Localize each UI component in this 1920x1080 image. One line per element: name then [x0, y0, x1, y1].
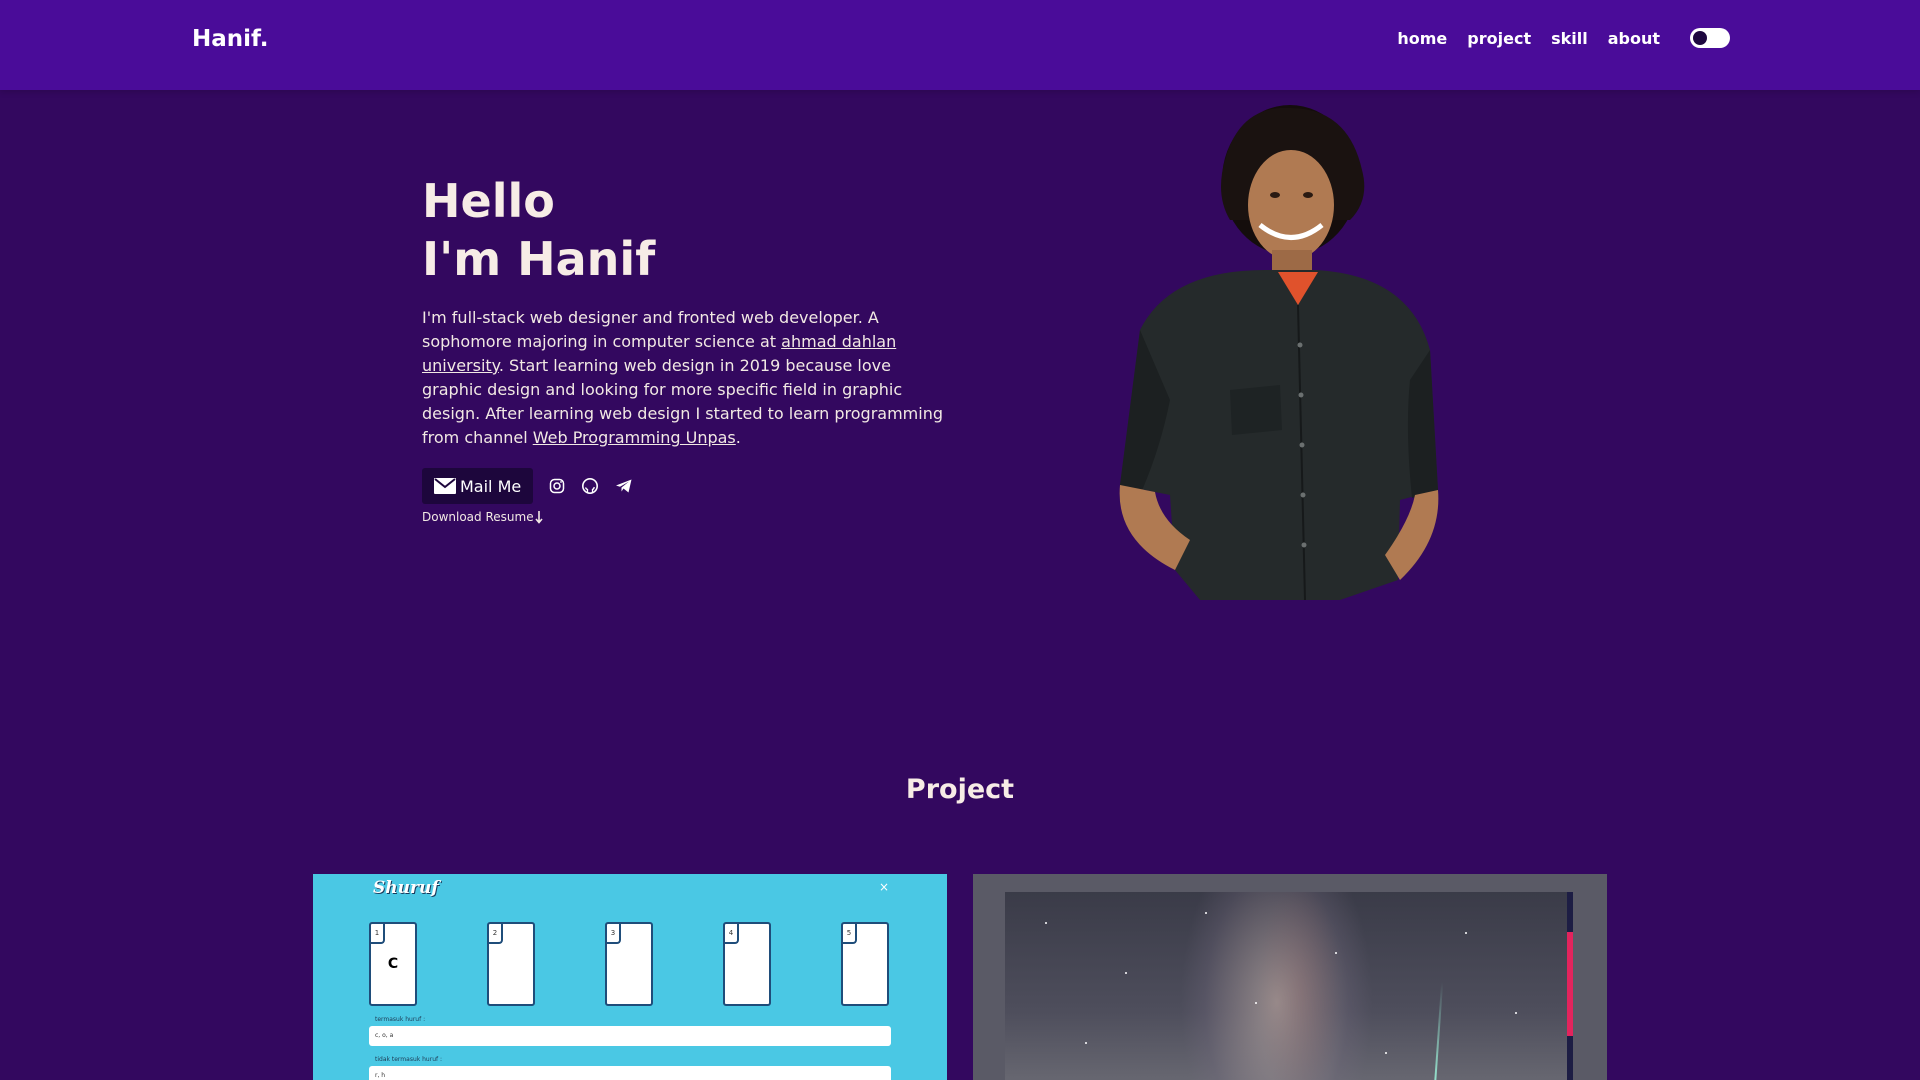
letter-slot: 4 [723, 922, 771, 1006]
link-channel[interactable]: Web Programming Unpas [533, 428, 736, 447]
slot-number: 5 [843, 924, 857, 944]
nav-link-skill[interactable]: skill [1551, 29, 1588, 48]
letter-slot: 1 C [369, 922, 417, 1006]
excluded-letters-label: tidak termasuk huruf : [375, 1056, 443, 1063]
star [1465, 932, 1467, 934]
star [1385, 1052, 1387, 1054]
star [1205, 912, 1207, 914]
slot-number: 1 [371, 924, 385, 944]
letter-slot: 2 [487, 922, 535, 1006]
dark-mode-toggle[interactable] [1690, 28, 1730, 48]
star [1085, 1042, 1087, 1044]
nav-link-about[interactable]: about [1608, 29, 1660, 48]
hero-greeting: Hello [422, 174, 555, 228]
included-letters-field: c, o, a [369, 1026, 891, 1046]
mail-me-button[interactable]: Mail Me [422, 468, 534, 504]
close-icon: × [878, 880, 889, 894]
mail-icon [434, 478, 456, 494]
instagram-icon[interactable] [549, 478, 565, 494]
excluded-letters-field: r, h [369, 1066, 891, 1080]
night-sky-image [1005, 892, 1571, 1080]
project-card-shuruf[interactable]: Shuruf × 1 C 2 3 4 5 termasuk huruf : c,… [313, 874, 947, 1080]
scroll-indicator [1567, 892, 1573, 1080]
included-letters-label: termasuk huruf : [375, 1016, 426, 1023]
letter-slot: 3 [605, 922, 653, 1006]
slot-number: 3 [607, 924, 621, 944]
brand-logo[interactable]: Hanif. [192, 26, 269, 52]
download-resume-link[interactable]: Download Resume [422, 510, 544, 524]
meteor-streak [1432, 982, 1444, 1080]
nav-link-project[interactable]: project [1467, 29, 1531, 48]
star [1045, 922, 1047, 924]
cta-row: Mail Me [422, 468, 962, 504]
hero-description: I'm full-stack web designer and fronted … [422, 306, 950, 450]
slot-letter: C [387, 956, 399, 972]
star [1125, 972, 1127, 974]
project-card-night-sky[interactable] [973, 874, 1607, 1080]
desc-part-3: . [735, 428, 741, 447]
hero-name: I'm Hanif [422, 232, 656, 286]
shuruf-app-title: Shuruf [373, 878, 439, 898]
profile-photo [1119, 105, 1439, 600]
hero-title: Hello I'm Hanif [422, 172, 962, 288]
navbar: Hanif. home project skill about [0, 0, 1920, 90]
slot-number: 2 [489, 924, 503, 944]
project-section-title: Project [905, 774, 1015, 805]
download-resume-label: Download Resume [422, 510, 534, 524]
github-icon[interactable] [581, 477, 599, 495]
telegram-icon[interactable] [615, 478, 633, 494]
mail-me-label: Mail Me [460, 476, 522, 496]
star [1515, 1012, 1517, 1014]
scroll-indicator-accent [1567, 932, 1573, 1036]
hero-section: Hello I'm Hanif I'm full-stack web desig… [422, 172, 962, 525]
letter-slot: 5 [841, 922, 889, 1006]
star [1335, 952, 1337, 954]
nav-link-home[interactable]: home [1397, 29, 1447, 48]
nav-links: home project skill about [1377, 28, 1730, 48]
arrow-down-icon [534, 511, 543, 524]
star [1255, 1002, 1257, 1004]
slot-number: 4 [725, 924, 739, 944]
toggle-knob [1693, 31, 1707, 45]
